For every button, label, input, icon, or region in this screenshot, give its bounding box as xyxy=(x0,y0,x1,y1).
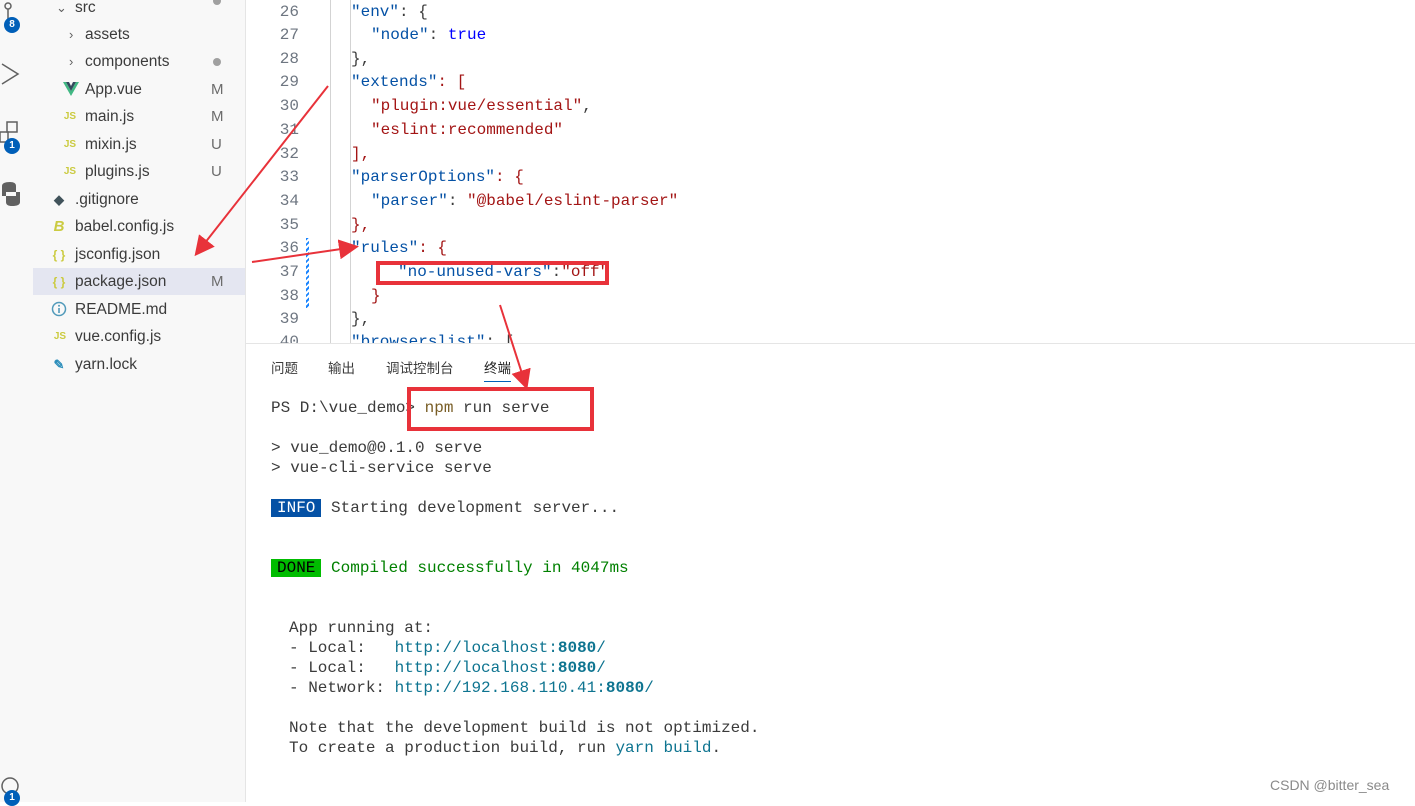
file-explorer: ⌄ src › assets › components App.vue M JS… xyxy=(33,0,246,802)
code-line: 38} xyxy=(279,287,381,305)
tree-file-main-js[interactable]: JS main.js M xyxy=(33,103,245,130)
tree-file-readme[interactable]: README.md xyxy=(33,296,245,323)
tree-folder-src[interactable]: ⌄ src xyxy=(33,0,245,21)
activity-bar: 8 1 1 xyxy=(0,0,33,806)
tree-label: src xyxy=(75,0,96,16)
tree-file-jsconfig[interactable]: { } jsconfig.json xyxy=(33,241,245,268)
tree-label: assets xyxy=(85,25,130,43)
terminal-line: Note that the development build is not o… xyxy=(289,719,760,737)
code-line: 32], xyxy=(279,145,371,163)
tab-terminal[interactable]: 终端 xyxy=(484,357,511,382)
code-line: 33 "parserOptions": { xyxy=(279,168,524,186)
terminal-line: > vue-cli-service serve xyxy=(271,459,492,477)
terminal-info-line: INFO Starting development server... xyxy=(271,498,619,518)
git-modified-gutter xyxy=(306,238,309,308)
python-icon[interactable] xyxy=(0,182,22,206)
code-line: 30 "plugin:vue/essential", xyxy=(279,97,592,115)
git-status: U xyxy=(211,136,222,153)
tab-debug-console[interactable]: 调试控制台 xyxy=(386,357,454,377)
tree-label: components xyxy=(85,52,170,70)
code-line: 34 "parser": "@babel/eslint-parser" xyxy=(279,192,679,210)
tree-file-package-json[interactable]: { } package.json M xyxy=(33,268,245,295)
tree-label: vue.config.js xyxy=(75,327,162,345)
code-line: 31 "eslint:recommended" xyxy=(279,121,564,139)
source-control-badge: 8 xyxy=(4,17,20,33)
code-line: 29 "extends": [ xyxy=(279,73,467,91)
git-status: M xyxy=(211,108,224,125)
vue-file-icon xyxy=(63,82,79,96)
git-status: M xyxy=(211,273,224,290)
info-file-icon xyxy=(51,301,67,317)
json-file-icon: { } xyxy=(52,247,66,262)
tree-label: plugins.js xyxy=(85,162,150,180)
tree-label: .gitignore xyxy=(75,190,139,208)
extensions-badge: 1 xyxy=(4,138,20,154)
js-file-icon: JS xyxy=(53,331,67,342)
tree-label: jsconfig.json xyxy=(75,245,161,263)
modified-dot xyxy=(213,58,221,66)
tree-file-gitignore[interactable]: ◆ .gitignore xyxy=(33,186,245,213)
tree-label: README.md xyxy=(75,300,168,318)
tree-file-vue-config[interactable]: JS vue.config.js xyxy=(33,323,245,350)
tree-folder-components[interactable]: › components xyxy=(33,48,245,75)
tree-label: yarn.lock xyxy=(75,355,138,373)
watermark: CSDN @bitter_sea xyxy=(1270,777,1390,793)
tree-label: babel.config.js xyxy=(75,217,175,235)
terminal-line: To create a production build, run yarn b… xyxy=(289,739,722,757)
done-badge: DONE xyxy=(271,559,322,577)
git-status: U xyxy=(211,163,222,180)
js-file-icon: JS xyxy=(63,166,77,177)
git-file-icon: ◆ xyxy=(54,191,64,207)
tree-label: App.vue xyxy=(85,80,142,98)
code-line: 39}, xyxy=(279,310,371,328)
chevron-down-icon: ⌄ xyxy=(56,0,67,15)
code-line: 26 "env": { xyxy=(279,3,428,21)
annotation-box-rules xyxy=(376,261,609,285)
tree-file-yarn-lock[interactable]: ✎ yarn.lock xyxy=(33,351,245,378)
annotation-box-command xyxy=(407,387,594,431)
tree-file-babel-config[interactable]: B babel.config.js xyxy=(33,213,245,240)
code-line: 28}, xyxy=(279,50,371,68)
tab-problems[interactable]: 问题 xyxy=(271,357,298,377)
tab-output[interactable]: 输出 xyxy=(328,357,355,377)
run-debug-icon[interactable] xyxy=(0,62,22,86)
modified-dot xyxy=(213,0,221,5)
terminal-line: App running at: xyxy=(289,619,434,637)
tree-label: package.json xyxy=(75,272,167,290)
code-line: 27 "node": true xyxy=(279,26,487,44)
info-badge: INFO xyxy=(271,499,322,517)
json-file-icon: { } xyxy=(52,274,66,289)
tree-file-app-vue[interactable]: App.vue M xyxy=(33,76,245,103)
terminal-local-url[interactable]: - Local: http://localhost:8080/ xyxy=(289,658,606,678)
chevron-right-icon: › xyxy=(69,54,74,69)
accounts-badge: 1 xyxy=(4,790,20,806)
js-file-icon: JS xyxy=(63,111,77,122)
code-line: 40 "browserslist": [ xyxy=(279,333,515,343)
js-file-icon: JS xyxy=(63,139,77,150)
tree-label: mixin.js xyxy=(85,135,137,153)
tree-file-mixin-js[interactable]: JS mixin.js U xyxy=(33,131,245,158)
tree-label: main.js xyxy=(85,107,135,125)
code-editor[interactable]: 26 "env": { 27 "node": true 28}, 29 "extend… xyxy=(246,0,1415,343)
chevron-right-icon: › xyxy=(69,27,74,42)
tree-file-plugins-js[interactable]: JS plugins.js U xyxy=(33,158,245,185)
yarn-file-icon: ✎ xyxy=(53,356,65,372)
tree-folder-assets[interactable]: › assets xyxy=(33,21,245,48)
code-line: 35}, xyxy=(279,216,371,234)
terminal-done-line: DONE Compiled successfully in 4047ms xyxy=(271,558,629,578)
terminal-line: > vue_demo@0.1.0 serve xyxy=(271,439,483,457)
babel-file-icon: B xyxy=(53,218,65,235)
terminal-network-url[interactable]: - Network: http://192.168.110.41:8080/ xyxy=(289,678,654,698)
git-status: M xyxy=(211,81,224,98)
terminal-local-url[interactable]: - Local: http://localhost:8080/ xyxy=(289,638,606,658)
code-line: 36 "rules": { xyxy=(279,239,448,257)
